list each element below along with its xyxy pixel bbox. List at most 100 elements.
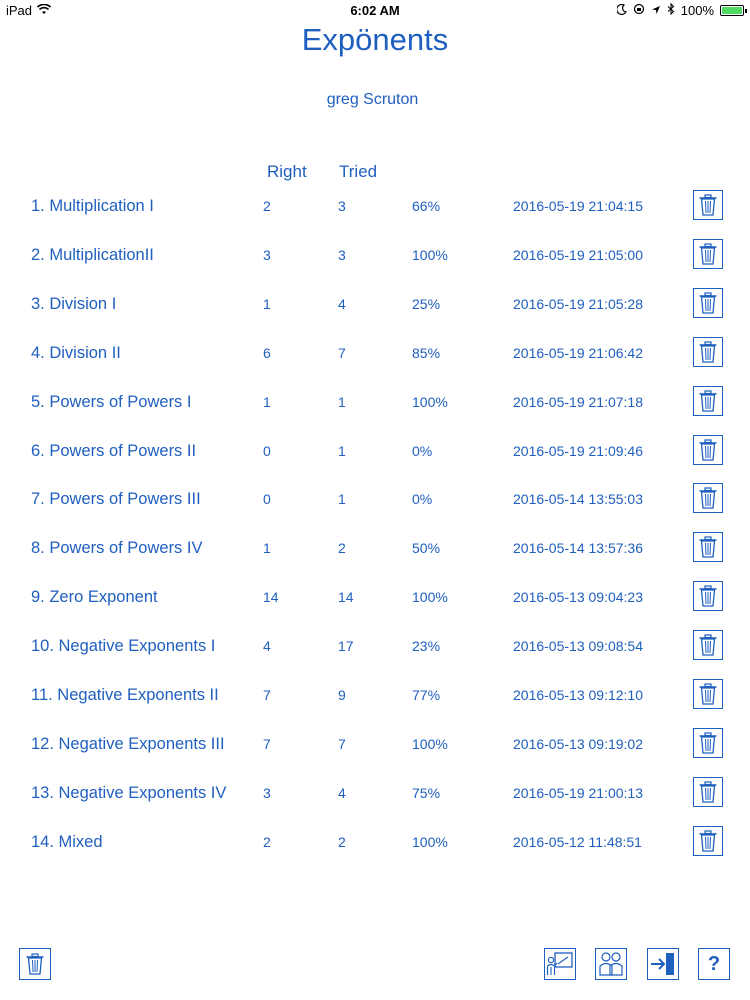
row-percent: 100% bbox=[412, 393, 448, 410]
row-lesson-name: 2. MultiplicationII bbox=[31, 245, 154, 264]
delete-row-button[interactable] bbox=[693, 238, 723, 269]
row-percent: 50% bbox=[412, 540, 441, 557]
row-tried-count: 9 bbox=[338, 687, 346, 703]
teacher-button[interactable] bbox=[544, 948, 576, 980]
row-percent: 75% bbox=[412, 784, 441, 801]
status-bar: iPad 6:02 AM 100% bbox=[0, 0, 750, 22]
battery-tip bbox=[745, 9, 747, 13]
delete-row-button[interactable] bbox=[693, 532, 723, 563]
row-lesson-name: 14. Mixed bbox=[31, 832, 103, 851]
row-percent: 77% bbox=[412, 687, 441, 703]
row-date: 2016-05-13 09:04:23 bbox=[513, 589, 643, 606]
delete-row-button[interactable] bbox=[693, 385, 723, 416]
row-date: 2016-05-19 21:06:42 bbox=[513, 344, 643, 361]
help-icon: ? bbox=[707, 952, 721, 975]
trash-icon bbox=[699, 634, 717, 656]
row-right-count: 1 bbox=[263, 393, 271, 410]
row-percent: 25% bbox=[412, 295, 441, 312]
row-lesson-name: 9. Zero Exponent bbox=[31, 588, 158, 607]
score-row: 9. Zero Exponent 14 14 100% 2016-05-13 09:04… bbox=[0, 577, 750, 617]
trash-icon bbox=[699, 487, 717, 510]
row-date: 2016-05-13 09:12:10 bbox=[513, 687, 643, 703]
row-date: 2016-05-12 11:48:51 bbox=[513, 833, 642, 850]
delete-row-button[interactable] bbox=[693, 679, 723, 709]
row-lesson-name: 1. Multiplication I bbox=[31, 197, 154, 215]
row-date: 2016-05-19 21:09:46 bbox=[513, 442, 643, 459]
row-right-count: 6 bbox=[263, 344, 271, 361]
trash-icon bbox=[699, 292, 717, 314]
help-button[interactable]: ? bbox=[698, 948, 730, 980]
row-lesson-name: 10. Negative Exponents I bbox=[31, 637, 216, 656]
row-lesson-name: 13. Negative Exponents IV bbox=[31, 783, 227, 802]
row-lesson-name: 8. Powers of Powers IV bbox=[31, 539, 203, 558]
score-row: 14. Mixed 2 2 100% 2016-05-12 11:48:51 bbox=[0, 822, 750, 862]
row-lesson-name: 7. Powers of Powers III bbox=[31, 490, 201, 509]
trash-icon bbox=[699, 536, 717, 558]
row-date: 2016-05-19 21:00:13 bbox=[513, 784, 643, 801]
row-lesson-name: 3. Division I bbox=[31, 294, 117, 313]
row-percent: 23% bbox=[412, 638, 441, 655]
row-percent: 0% bbox=[412, 442, 433, 459]
row-right-count: 4 bbox=[263, 638, 271, 655]
row-right-count: 7 bbox=[263, 687, 271, 703]
row-lesson-name: 5. Powers of Powers I bbox=[31, 392, 192, 411]
students-button[interactable] bbox=[595, 948, 627, 980]
delete-row-button[interactable] bbox=[693, 190, 723, 220]
score-row: 7. Powers of Powers III 0 1 0% 2016-05-14 13… bbox=[0, 479, 750, 519]
row-right-count: 1 bbox=[263, 540, 271, 557]
battery-fill bbox=[722, 7, 742, 14]
row-tried-count: 3 bbox=[338, 246, 346, 263]
row-tried-count: 2 bbox=[338, 540, 346, 557]
row-right-count: 1 bbox=[263, 295, 271, 312]
trash-icon bbox=[26, 953, 44, 975]
students-icon bbox=[599, 952, 623, 976]
row-percent: 0% bbox=[412, 491, 433, 508]
delete-row-button[interactable] bbox=[693, 483, 723, 514]
row-percent: 100% bbox=[412, 246, 448, 263]
column-header-tried: Tried bbox=[339, 162, 378, 181]
row-date: 2016-05-19 21:05:28 bbox=[513, 295, 643, 312]
row-percent: 100% bbox=[412, 735, 448, 752]
row-date: 2016-05-14 13:55:03 bbox=[513, 491, 643, 508]
delete-row-button[interactable] bbox=[693, 825, 723, 856]
row-right-count: 3 bbox=[263, 246, 271, 263]
trash-icon bbox=[699, 683, 717, 705]
rotation-lock-icon bbox=[633, 3, 645, 18]
row-right-count: 0 bbox=[263, 491, 271, 508]
row-date: 2016-05-19 21:07:18 bbox=[513, 393, 643, 410]
delete-row-button[interactable] bbox=[693, 630, 723, 661]
row-tried-count: 2 bbox=[338, 833, 346, 850]
score-row: 2. MultiplicationII 3 3 100% 2016-05-19 21:0… bbox=[0, 235, 750, 275]
row-percent: 100% bbox=[412, 589, 448, 606]
logout-button[interactable] bbox=[647, 948, 679, 980]
row-date: 2016-05-14 13:57:36 bbox=[513, 540, 643, 557]
delete-row-button[interactable] bbox=[693, 727, 723, 758]
delete-row-button[interactable] bbox=[693, 581, 723, 612]
delete-all-button[interactable] bbox=[19, 948, 51, 980]
row-tried-count: 14 bbox=[338, 589, 354, 606]
row-tried-count: 17 bbox=[338, 638, 354, 655]
delete-row-button[interactable] bbox=[693, 336, 723, 367]
row-tried-count: 1 bbox=[338, 442, 346, 459]
delete-row-button[interactable] bbox=[693, 287, 723, 318]
row-right-count: 7 bbox=[263, 735, 271, 752]
trash-icon bbox=[699, 585, 717, 607]
trash-icon bbox=[699, 243, 717, 265]
row-tried-count: 4 bbox=[338, 295, 346, 312]
row-tried-count: 7 bbox=[338, 344, 346, 361]
row-right-count: 2 bbox=[263, 198, 271, 214]
row-date: 2016-05-19 21:05:00 bbox=[513, 246, 643, 263]
trash-icon bbox=[699, 830, 717, 852]
score-row: 11. Negative Exponents II 7 9 77% 2016-05-13… bbox=[0, 675, 750, 715]
delete-row-button[interactable] bbox=[693, 434, 723, 465]
delete-row-button[interactable] bbox=[693, 776, 723, 807]
row-date: 2016-05-19 21:04:15 bbox=[513, 198, 643, 214]
battery-icon bbox=[720, 5, 747, 16]
row-right-count: 2 bbox=[263, 833, 271, 850]
trash-icon bbox=[699, 389, 717, 412]
score-row: 12. Negative Exponents III 7 7 100% 2016-05-… bbox=[0, 724, 750, 764]
moon-icon bbox=[615, 3, 627, 18]
row-date: 2016-05-13 09:19:02 bbox=[513, 735, 643, 752]
location-icon bbox=[651, 3, 661, 18]
row-tried-count: 7 bbox=[338, 735, 346, 752]
